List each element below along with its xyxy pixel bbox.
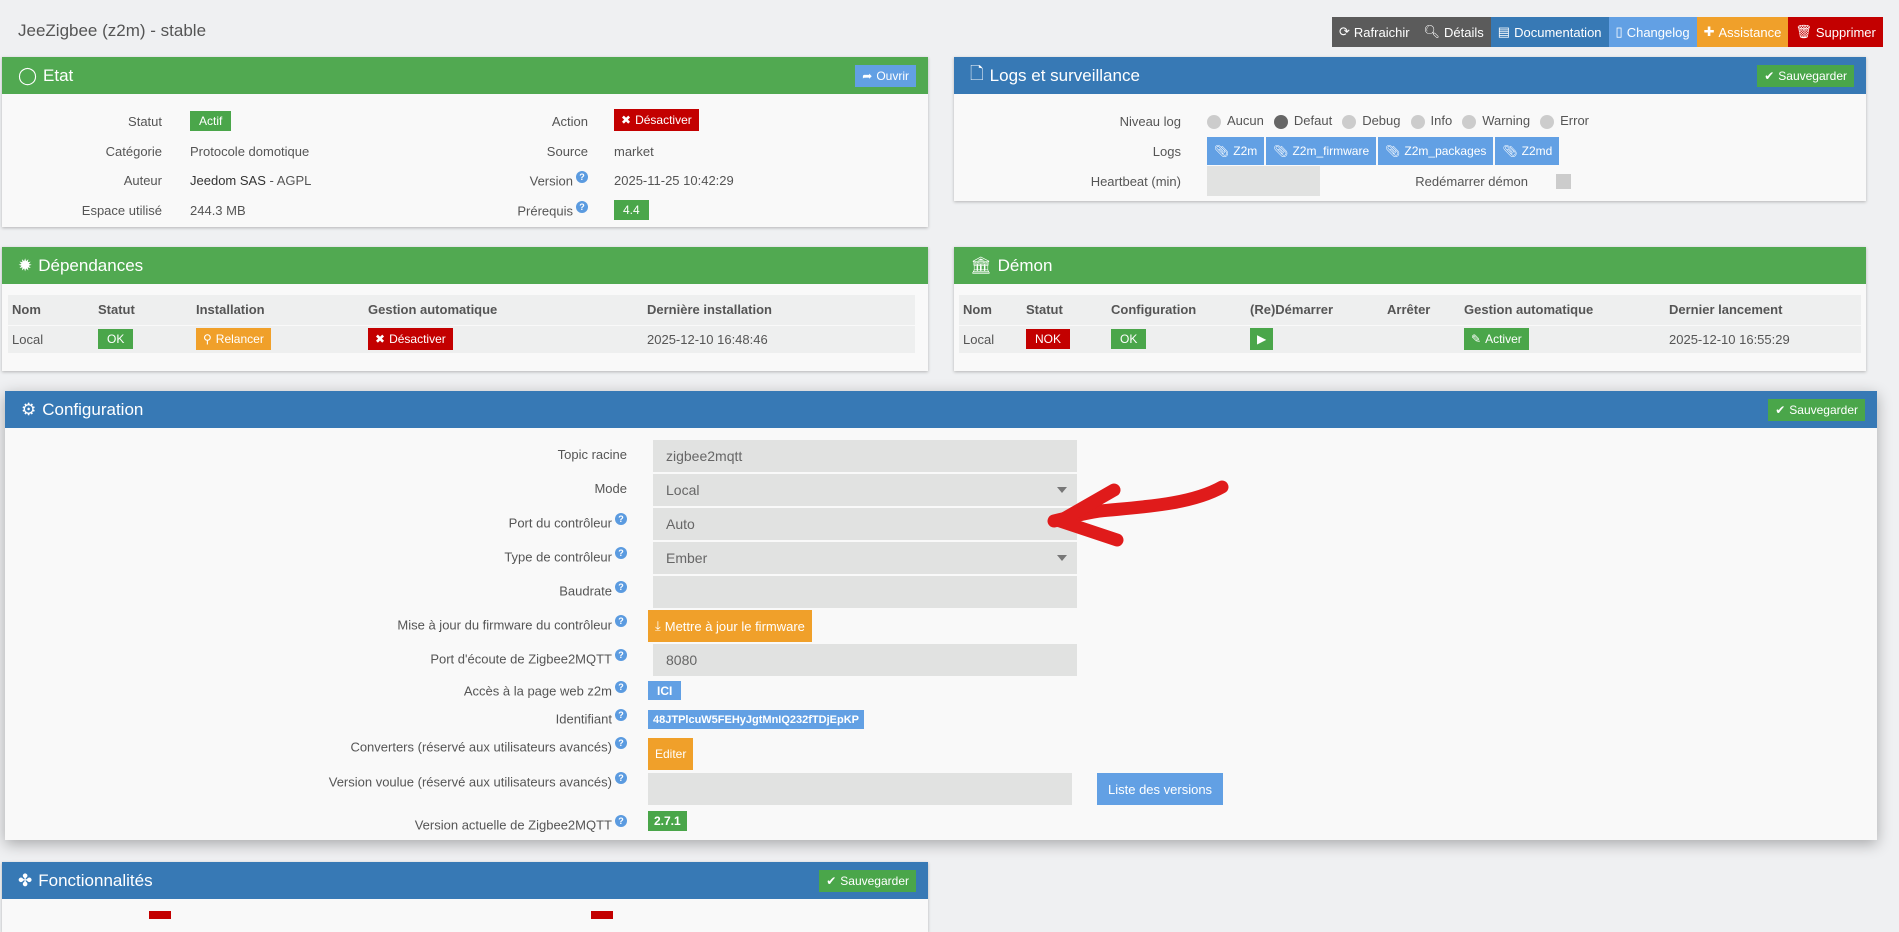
save-features-button[interactable]: ✔ Sauvegarder	[819, 869, 916, 892]
red-arrow-annotation	[1047, 480, 1229, 547]
puzzle-icon: ✤	[18, 870, 33, 890]
panel-title: Fonctionnalités	[38, 870, 153, 890]
check-circle-icon: ✔	[826, 873, 837, 888]
fonctionnalites-panel: ✤ Fonctionnalités ✔ Sauvegarder	[2, 862, 928, 932]
